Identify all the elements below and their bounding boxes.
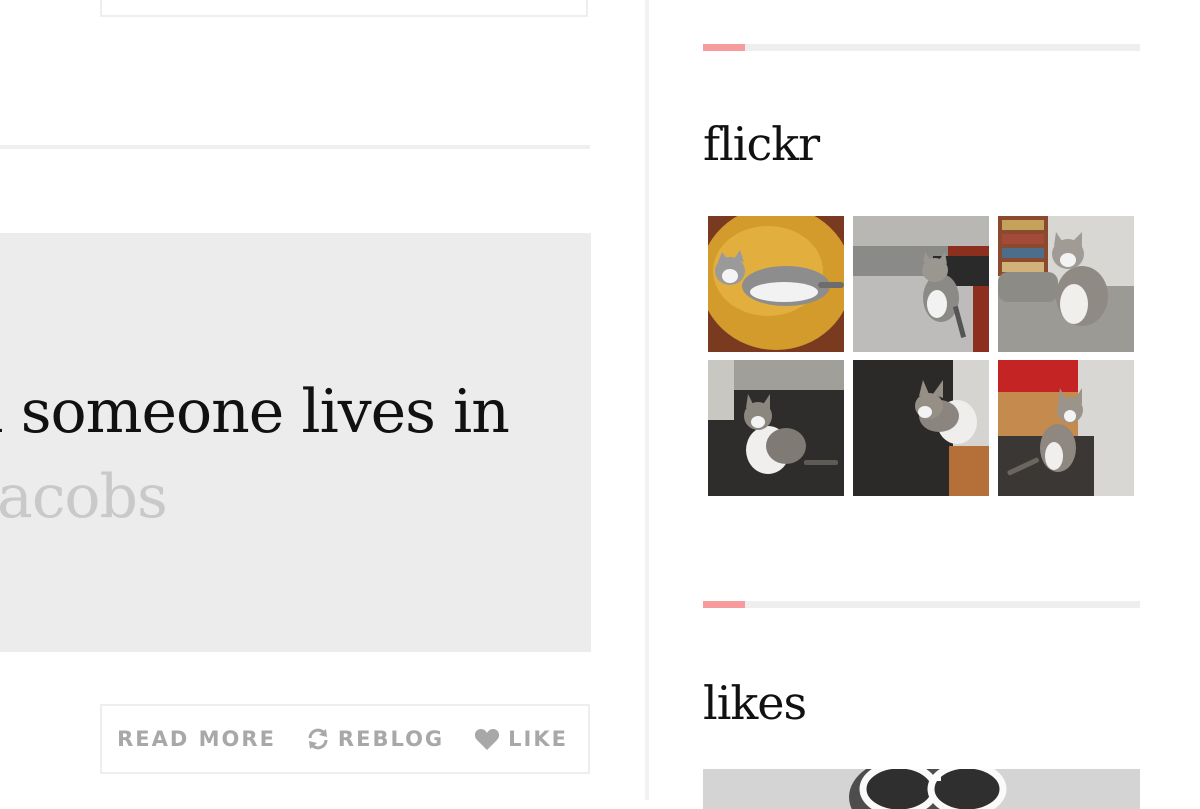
quote-source: Jacobs	[0, 462, 168, 532]
heart-icon	[474, 727, 500, 751]
previous-post-actions-frame	[100, 0, 588, 17]
read-more-link[interactable]: READ MORE	[117, 727, 276, 751]
like-label: LIKE	[508, 727, 568, 751]
quote-text: n someone lives in	[0, 377, 510, 447]
read-more-label: READ MORE	[117, 727, 276, 751]
flickr-photo[interactable]	[998, 360, 1134, 496]
post-divider	[0, 145, 590, 149]
likes-widget-title: likes	[703, 676, 807, 730]
widget-divider-accent	[703, 44, 745, 51]
widget-divider-flickr	[703, 44, 1140, 51]
flickr-photo[interactable]	[853, 360, 989, 496]
liked-post-image[interactable]	[703, 769, 1140, 809]
column-separator	[645, 0, 649, 800]
flickr-photo[interactable]	[998, 216, 1134, 352]
reblog-label: REBLOG	[337, 727, 445, 751]
flickr-widget-title: flickr	[703, 117, 820, 171]
like-button[interactable]: LIKE	[474, 727, 568, 751]
widget-divider-accent	[703, 601, 745, 608]
reblog-button[interactable]: REBLOG	[306, 727, 444, 751]
flickr-photo[interactable]	[708, 216, 844, 352]
post-actions: READ MORE REBLOG LIKE	[100, 704, 590, 774]
flickr-photo-grid	[708, 216, 1134, 496]
flickr-photo[interactable]	[708, 360, 844, 496]
flickr-photo[interactable]	[853, 216, 989, 352]
reblog-icon	[306, 727, 330, 751]
widget-divider-likes	[703, 601, 1140, 608]
